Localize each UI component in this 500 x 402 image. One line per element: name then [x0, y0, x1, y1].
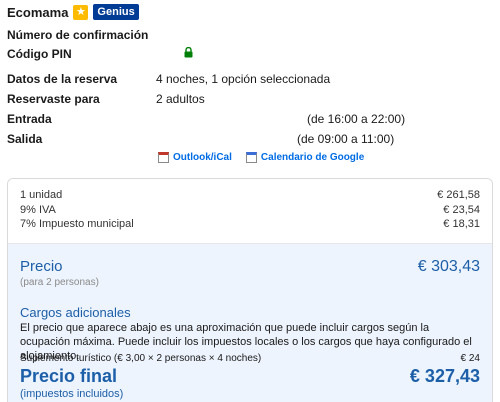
price-line: 9% IVA € 23,54	[20, 204, 480, 219]
user-header: Ecomama ★ Genius	[7, 3, 139, 21]
final-price-label: Precio final	[20, 366, 118, 386]
price-breakdown: 1 unidad € 261,58 9% IVA € 23,54 7% Impu…	[8, 179, 492, 243]
tourist-supplement-amount: € 24	[460, 353, 480, 364]
google-calendar-link[interactable]: Calendario de Google	[245, 152, 365, 163]
reservation-label: Datos de la reserva	[7, 72, 118, 86]
price-line-amount: € 18,31	[443, 218, 480, 230]
calendar-links: Outlook/iCal Calendario de Google	[158, 152, 364, 163]
lock-icon	[184, 46, 193, 61]
genius-badge: Genius	[93, 4, 139, 20]
price-line-amount: € 261,58	[437, 189, 480, 201]
precio-subtext: (para 2 personas)	[20, 277, 99, 288]
checkout-time: (de 09:00 a 11:00)	[297, 132, 395, 146]
calendar-icon	[245, 152, 257, 163]
checkout-row: Salida (de 09:00 a 11:00)	[7, 131, 493, 147]
precio-label: Precio	[20, 258, 63, 275]
price-line-label: 9% IVA	[20, 204, 56, 216]
final-price-row: Precio final € 327,43	[20, 366, 480, 387]
google-calendar-label: Calendario de Google	[260, 152, 365, 163]
checkin-label: Entrada	[7, 112, 52, 126]
reserved-for-row: Reservaste para 2 adultos	[7, 91, 493, 107]
final-price-amount: € 327,43	[409, 366, 480, 386]
pin-label: Código PIN	[7, 47, 72, 61]
tourist-supplement-row: Suplemento turístico (€ 3,00 × 2 persona…	[20, 353, 480, 364]
price-totals: Precio € 303,43 (para 2 personas) Cargos…	[8, 244, 492, 402]
pin-row: Código PIN	[7, 46, 493, 62]
price-summary: 1 unidad € 261,58 9% IVA € 23,54 7% Impu…	[7, 178, 493, 402]
reservation-row: Datos de la reserva 4 noches, 1 opción s…	[7, 71, 493, 87]
tourist-supplement-label: Suplemento turístico (€ 3,00 × 2 persona…	[20, 353, 262, 364]
star-icon: ★	[73, 4, 89, 20]
reservation-value: 4 noches, 1 opción seleccionada	[156, 72, 331, 86]
checkout-label: Salida	[7, 132, 43, 146]
confirmation-row: Número de confirmación	[7, 27, 493, 43]
checkin-row: Entrada (de 16:00 a 22:00)	[7, 111, 493, 127]
outlook-ical-link[interactable]: Outlook/iCal	[158, 152, 232, 163]
outlook-ical-label: Outlook/iCal	[173, 152, 232, 163]
final-price-subtext: (impuestos incluidos)	[20, 388, 124, 400]
confirmation-label: Número de confirmación	[7, 28, 149, 42]
price-line: 7% Impuesto municipal € 18,31	[20, 218, 480, 233]
reserved-for-value: 2 adultos	[156, 92, 205, 106]
price-line: 1 unidad € 261,58	[20, 189, 480, 204]
price-line-label: 1 unidad	[20, 189, 63, 201]
price-line-label: 7% Impuesto municipal	[20, 218, 134, 230]
extra-charges-title: Cargos adicionales	[20, 305, 131, 320]
checkin-time: (de 16:00 a 22:00)	[307, 112, 406, 126]
precio-row: Precio € 303,43	[20, 258, 480, 276]
user-name: Ecomama	[7, 4, 69, 20]
reserved-for-label: Reservaste para	[7, 92, 100, 106]
price-line-amount: € 23,54	[443, 204, 480, 216]
calendar-icon	[158, 152, 169, 163]
precio-amount: € 303,43	[417, 258, 480, 275]
